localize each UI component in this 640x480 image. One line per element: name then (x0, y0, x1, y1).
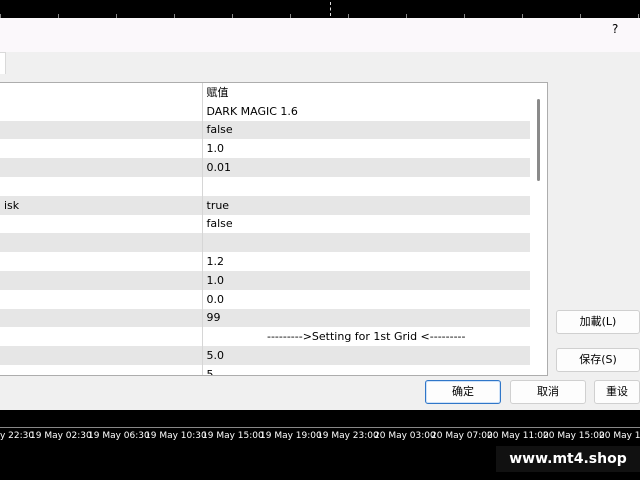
variable-cell (0, 120, 203, 140)
table-row[interactable]: 5.0 (0, 346, 530, 365)
value-cell[interactable]: 0.01 (202, 158, 530, 177)
time-axis-label: 19 May 10:30 (145, 431, 207, 441)
table-row[interactable]: 1.2 (0, 252, 530, 271)
value-cell[interactable]: 1.2 (202, 252, 530, 271)
inputs-table: 赋值 DARK MAGIC 1.6 false 1.0 0.01 isk true fals… (0, 82, 548, 376)
table-row[interactable]: 1.0 (0, 139, 530, 159)
time-axis-label: y 22:30 (0, 431, 35, 441)
value-cell[interactable]: false (202, 214, 530, 234)
load-button[interactable]: 加載(L) (556, 310, 640, 334)
table-row[interactable] (0, 176, 530, 196)
table-row[interactable]: 99 (0, 308, 530, 328)
tab-inputs[interactable] (0, 52, 6, 74)
time-axis-label: 20 May 15:00 (543, 431, 605, 441)
variable-cell (0, 139, 203, 159)
header-variable (0, 83, 203, 102)
value-cell[interactable] (202, 233, 530, 253)
time-axis-label: 19 May 19:00 (260, 431, 322, 441)
expert-properties-dialog: ? 赋值 DARK MAGIC 1.6 false 1.0 0.01 isk true fa… (0, 18, 640, 410)
variable-cell (0, 176, 203, 196)
variable-cell (0, 346, 203, 365)
variable-cell (0, 364, 203, 375)
time-axis-label: 19 May 15:00 (202, 431, 264, 441)
help-icon[interactable]: ? (612, 22, 626, 40)
value-cell[interactable]: 0.0 (202, 289, 530, 309)
table-row[interactable]: isk true (0, 195, 530, 215)
save-button[interactable]: 保存(S) (556, 348, 640, 372)
value-cell[interactable]: 99 (202, 308, 530, 328)
value-cell[interactable] (202, 176, 530, 196)
watermark-label: www.mt4.shop (496, 446, 640, 472)
table-row[interactable]: 0.01 (0, 158, 530, 177)
cancel-button[interactable]: 取消 (510, 380, 586, 404)
time-axis: y 22:30 19 May 02:30 19 May 06:30 19 May 10… (0, 429, 640, 445)
time-axis-label: 20 May 03:00 (374, 431, 436, 441)
variable-cell (0, 252, 203, 271)
variable-cell: isk (0, 195, 203, 215)
time-axis-label: 19 May 23:00 (317, 431, 379, 441)
table-row[interactable]: false (0, 120, 530, 140)
time-axis-label: 19 May 02:30 (30, 431, 92, 441)
variable-cell (0, 289, 203, 309)
time-axis-label: 19 May 06:30 (88, 431, 150, 441)
table-row[interactable]: 0.0 (0, 289, 530, 309)
variable-cell (0, 233, 203, 253)
table-row[interactable]: DARK MAGIC 1.6 (0, 101, 530, 121)
value-cell[interactable]: 5 (202, 364, 530, 375)
table-header-row: 赋值 (0, 83, 530, 102)
chart-area-strip (0, 410, 640, 428)
value-cell[interactable]: 1.0 (202, 270, 530, 290)
reset-button[interactable]: 重设 (594, 380, 640, 404)
value-cell[interactable]: --------->Setting for 1st Grid <--------… (202, 327, 530, 347)
time-axis-label: 20 May 19:00 (599, 431, 640, 441)
value-cell[interactable]: 1.0 (202, 139, 530, 159)
table-row[interactable]: 1.0 (0, 270, 530, 290)
variable-cell (0, 270, 203, 290)
chart-bottom: y 22:30 19 May 02:30 19 May 06:30 19 May 10… (0, 410, 640, 480)
dialog-titlebar: ? (0, 18, 640, 52)
variable-cell (0, 308, 203, 328)
time-axis-label: 20 May 11:00 (487, 431, 549, 441)
table-row[interactable] (0, 233, 530, 253)
time-axis-label: 20 May 07:00 (431, 431, 493, 441)
value-cell[interactable]: false (202, 120, 530, 140)
chart-top-strip (0, 0, 640, 18)
header-value: 赋值 (202, 83, 530, 102)
scrollbar-thumb[interactable] (537, 99, 540, 181)
table-row[interactable]: false (0, 214, 530, 234)
variable-cell (0, 158, 203, 177)
table-row[interactable]: 5 (0, 364, 530, 375)
value-cell[interactable]: 5.0 (202, 346, 530, 365)
value-cell[interactable]: true (202, 195, 530, 215)
table-row[interactable]: --------->Setting for 1st Grid <--------… (0, 327, 530, 347)
variable-cell (0, 214, 203, 234)
variable-cell (0, 327, 203, 347)
value-cell[interactable]: DARK MAGIC 1.6 (202, 101, 530, 121)
variable-cell (0, 101, 203, 121)
ok-button[interactable]: 确定 (425, 380, 501, 404)
